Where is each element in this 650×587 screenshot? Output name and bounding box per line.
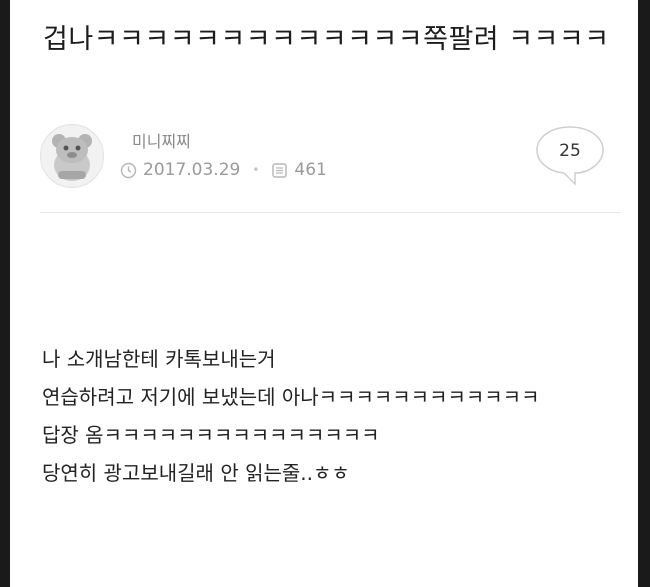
author-name[interactable]: 미니찌찌: [132, 128, 191, 152]
comment-count: 25: [559, 141, 581, 161]
body-line: 연습하려고 저기에 보냈는데 아나ㅋㅋㅋㅋㅋㅋㅋㅋㅋㅋㅋㅋ: [42, 385, 540, 409]
meta-separator: •: [252, 163, 260, 177]
body-line: 답장 옴ㅋㅋㅋㅋㅋㅋㅋㅋㅋㅋㅋㅋㅋㅋㅋ: [42, 423, 380, 447]
comment-count-button[interactable]: 25: [535, 125, 605, 187]
author-avatar[interactable]: [40, 124, 104, 188]
post-meta: 2017.03.29 • 461: [120, 160, 327, 180]
header-divider: [40, 212, 620, 213]
post-date: 2017.03.29: [143, 160, 241, 180]
screenshot-frame: 겁나ㅋㅋㅋㅋㅋㅋㅋㅋㅋㅋㅋㅋㅋ쪽팔려 ㅋㅋㅋㅋ 미니찌찌 2017.03.29 …: [0, 0, 650, 587]
views-icon: [272, 162, 288, 178]
view-count: 461: [294, 160, 327, 180]
bear-avatar-icon: [52, 134, 92, 181]
post-page: 겁나ㅋㅋㅋㅋㅋㅋㅋㅋㅋㅋㅋㅋㅋ쪽팔려 ㅋㅋㅋㅋ 미니찌찌 2017.03.29 …: [10, 0, 638, 587]
clock-icon: [120, 162, 137, 178]
body-line: 당연히 광고보내길래 안 읽는줄..ㅎㅎ: [42, 461, 350, 485]
post-body: 나 소개남한테 카톡보내는거 연습하려고 저기에 보냈는데 아나ㅋㅋㅋㅋㅋㅋㅋㅋ…: [42, 340, 612, 492]
post-title: 겁나ㅋㅋㅋㅋㅋㅋㅋㅋㅋㅋㅋㅋㅋ쪽팔려 ㅋㅋㅋㅋ: [43, 24, 610, 55]
body-line: 나 소개남한테 카톡보내는거: [42, 347, 276, 371]
